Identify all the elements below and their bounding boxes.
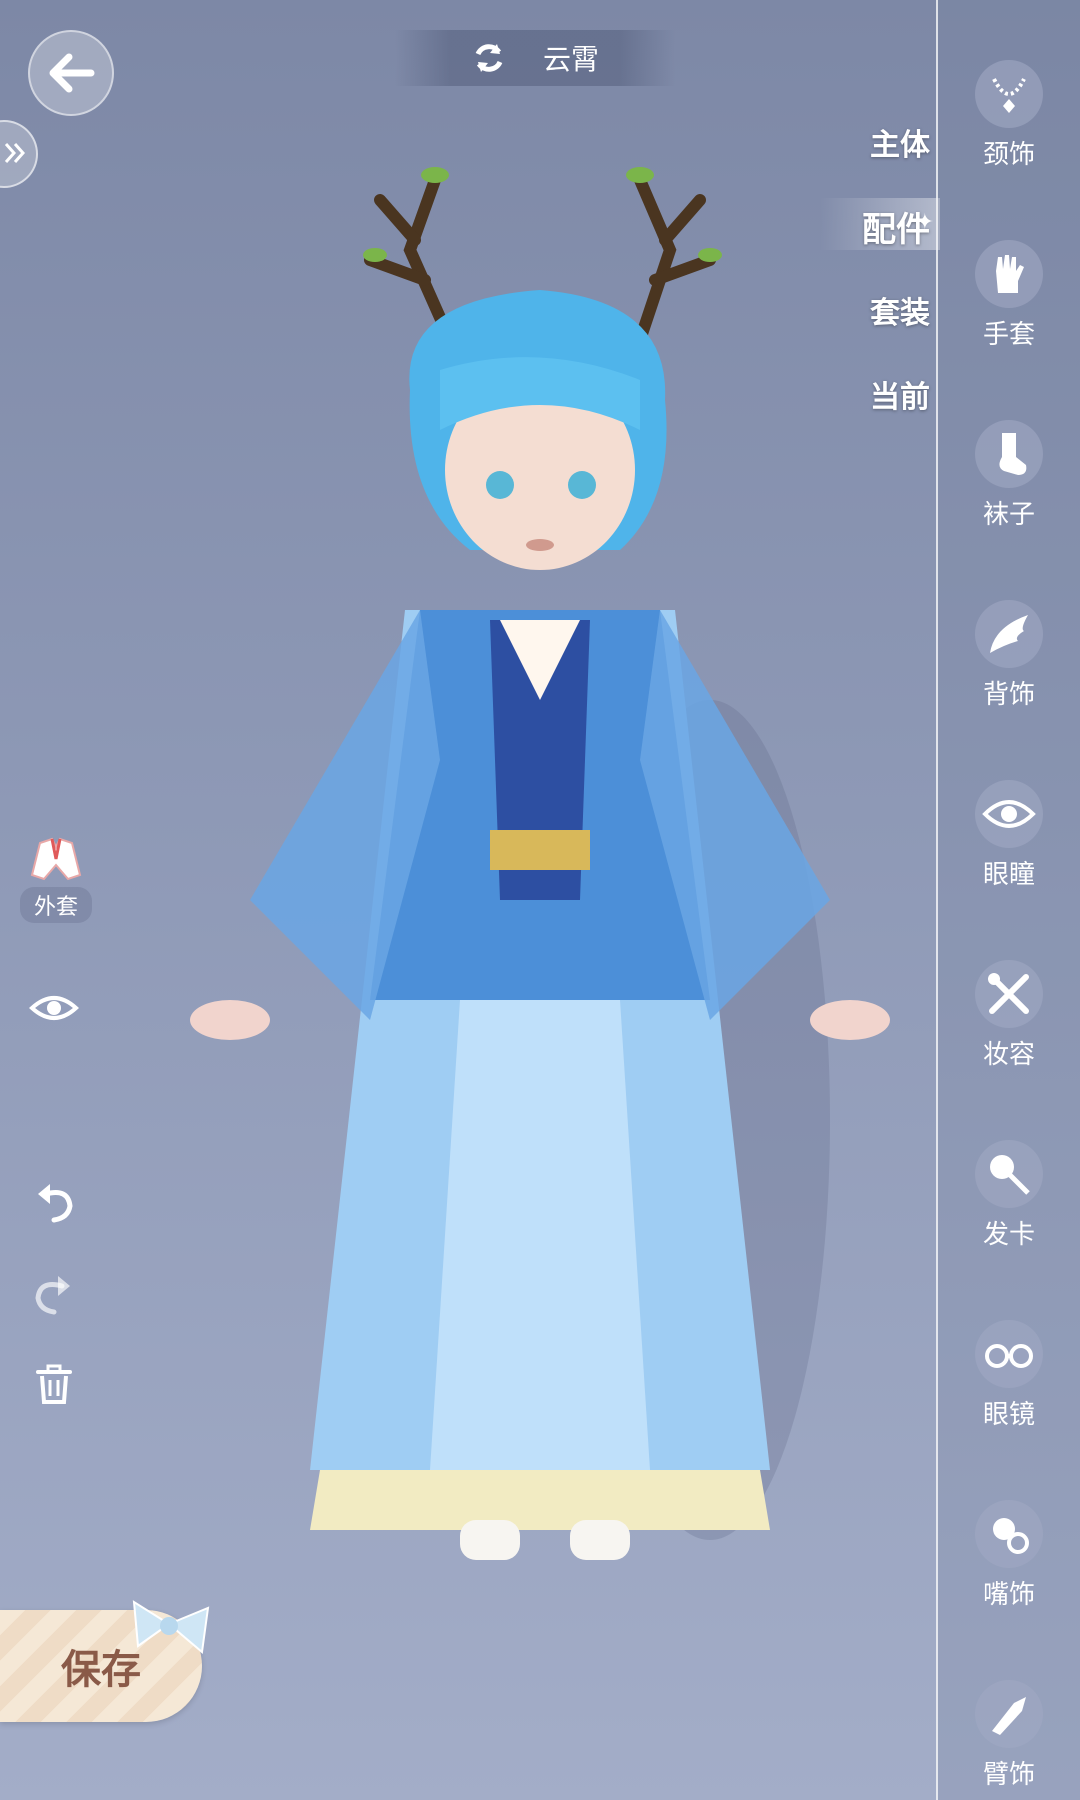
- sidebar-item-label: 眼瞳: [982, 860, 1035, 890]
- tab-main-body[interactable]: 主体: [870, 120, 930, 164]
- redo-button[interactable]: [32, 1272, 76, 1320]
- back-button[interactable]: [28, 30, 114, 116]
- redo-icon: [35, 1276, 70, 1315]
- makeup-brush-icon: [988, 973, 1029, 1014]
- arm-accessory-icon: [992, 1697, 1026, 1735]
- coat-label: 外套: [19, 887, 92, 923]
- sidebar-item-back-accessory[interactable]: 背饰: [948, 600, 1070, 711]
- coat-icon: [30, 837, 82, 881]
- eye-toggle-icon: [29, 996, 79, 1020]
- wing-icon: [990, 615, 1028, 653]
- sidebar-item-gloves[interactable]: 手套: [948, 240, 1070, 351]
- arrow-left-icon: [49, 53, 95, 93]
- sidebar-item-arm-accessory[interactable]: 臂饰: [948, 1680, 1070, 1791]
- sidebar-item-label: 妆容: [982, 1040, 1035, 1070]
- hairclip-icon: [990, 1155, 1030, 1195]
- visibility-toggle-button[interactable]: [28, 990, 80, 1030]
- trash-icon: [36, 1364, 72, 1404]
- sidebar-item-eyes[interactable]: 眼瞳: [948, 780, 1070, 891]
- sidebar-item-label: 手套: [982, 320, 1035, 350]
- glasses-icon: [985, 1344, 1033, 1368]
- necklace-icon: [992, 78, 1026, 113]
- delete-button[interactable]: [34, 1362, 74, 1410]
- tab-outfit-set[interactable]: 套装: [870, 288, 930, 332]
- coat-layer-button[interactable]: 外套: [18, 835, 94, 923]
- character-name-bar[interactable]: 云霄: [395, 30, 675, 86]
- sidebar-item-label: 背饰: [982, 680, 1035, 710]
- sidebar-item-label: 臂饰: [982, 1760, 1035, 1790]
- sidebar-item-socks[interactable]: 袜子: [948, 420, 1070, 531]
- sidebar-item-label: 眼镜: [982, 1400, 1035, 1430]
- sidebar-item-label: 发卡: [982, 1220, 1035, 1250]
- sidebar-item-necklace[interactable]: 颈饰: [948, 60, 1070, 171]
- character-name: 云霄: [542, 43, 599, 76]
- sidebar-item-glasses[interactable]: 眼镜: [948, 1320, 1070, 1431]
- glove-icon: [996, 255, 1024, 293]
- tab-current[interactable]: 当前: [870, 372, 930, 416]
- expand-panel-button[interactable]: [0, 120, 38, 188]
- sidebar-item-label: 颈饰: [982, 140, 1035, 170]
- sidebar-item-label: 嘴饰: [982, 1580, 1035, 1610]
- eye-icon: [982, 800, 1036, 828]
- sidebar-item-mouth-accessory[interactable]: 嘴饰: [948, 1500, 1070, 1611]
- double-chevron-right-icon: [4, 143, 26, 163]
- undo-button[interactable]: [32, 1180, 76, 1228]
- sidebar-item-makeup[interactable]: 妆容: [948, 960, 1070, 1071]
- refresh-icon[interactable]: [471, 40, 507, 76]
- character-model: [190, 167, 890, 1560]
- sidebar-item-hairclip[interactable]: 发卡: [948, 1140, 1070, 1251]
- undo-icon: [38, 1184, 73, 1223]
- pacifier-icon: [993, 1518, 1029, 1554]
- bow-decoration-icon: [132, 1600, 210, 1654]
- sock-icon: [999, 433, 1027, 475]
- sidebar-item-label: 袜子: [982, 500, 1035, 530]
- sparkle-icon: ✦: [915, 210, 934, 235]
